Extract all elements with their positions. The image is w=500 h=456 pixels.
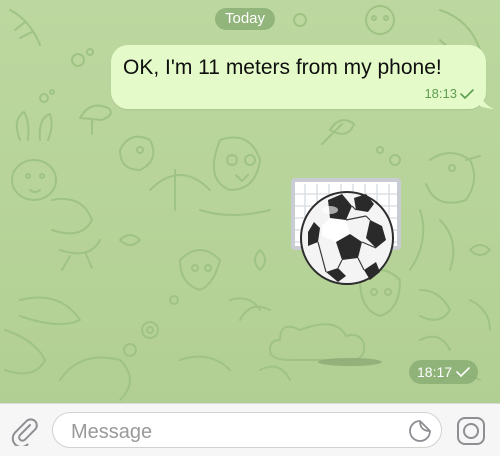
soccer-ball xyxy=(300,191,394,285)
message-text: OK, I'm 11 meters from my phone! xyxy=(123,56,442,79)
check-icon xyxy=(460,88,474,99)
timestamp-text: 18:17 xyxy=(417,364,453,380)
message-input-bar xyxy=(0,403,500,456)
sticker-shadow xyxy=(318,358,382,366)
chat-background: Today OK, I'm 11 meters from my phone! 1… xyxy=(0,0,500,403)
camera-icon[interactable] xyxy=(455,415,487,447)
check-icon xyxy=(456,367,470,377)
bubble-tail xyxy=(480,92,494,109)
sticker-icon[interactable] xyxy=(407,418,433,444)
outgoing-message-bubble[interactable]: OK, I'm 11 meters from my phone! 18:13 xyxy=(111,45,486,109)
message-field xyxy=(52,412,442,448)
sticker-timestamp: 18:17 xyxy=(409,360,479,384)
date-separator: Today xyxy=(215,8,276,30)
paperclip-icon[interactable] xyxy=(9,416,39,446)
timestamp-text: 18:13 xyxy=(424,86,457,101)
message-input[interactable] xyxy=(69,419,393,445)
soccer-goal-sticker[interactable] xyxy=(290,176,406,366)
message-timestamp: 18:13 xyxy=(424,86,474,101)
